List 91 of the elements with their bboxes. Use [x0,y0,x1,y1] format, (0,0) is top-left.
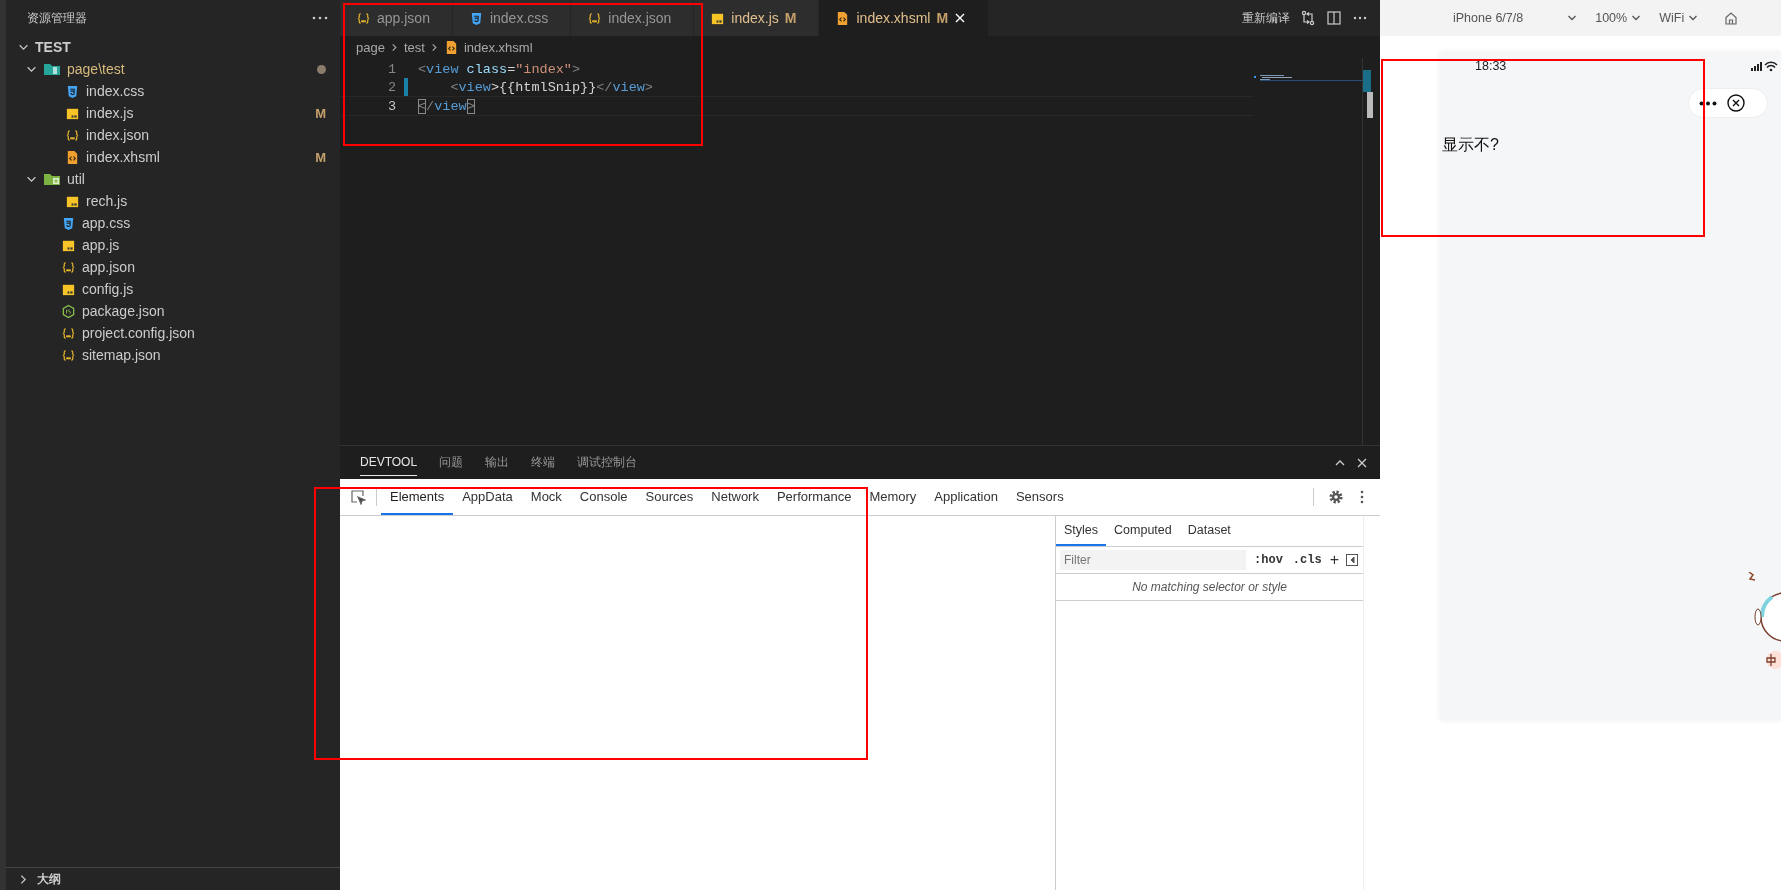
devtools-tab[interactable]: Sources [636,479,703,515]
scroll-marker [1363,70,1371,92]
editor-tab[interactable]: index.json [571,0,695,36]
file-name[interactable]: project.config.json [82,325,326,341]
line-number: 3 [386,98,397,114]
file-name[interactable]: index.xhsml [86,149,310,165]
code-line: <view class="index"> [418,61,581,77]
file-name[interactable]: config.js [82,281,326,297]
chevron-icon [1688,13,1699,23]
network-dropdown[interactable]: WiFi [1659,11,1709,25]
add-rule-button[interactable]: + [1329,551,1339,569]
filter-field[interactable]: Filter [1060,550,1247,570]
devtools-tab[interactable]: AppData [453,479,522,515]
inspect-icon[interactable] [350,489,366,505]
hov-toggle[interactable]: :hov [1252,553,1285,567]
hexagon-icon [61,303,76,319]
editor-tab[interactable]: index.js M [694,0,820,36]
compare-icon[interactable] [1300,10,1316,26]
braces-icon [61,325,76,341]
scrollbar-thumb[interactable] [1367,92,1373,118]
file-name[interactable]: rech.js [86,193,326,209]
code-file-icon [65,149,80,165]
devtools-tab[interactable]: Performance [767,479,861,515]
panel-tab[interactable]: 终端 [531,447,556,478]
breadcrumb-item[interactable]: test [403,39,425,55]
devtools-tab[interactable]: Console [570,479,637,515]
zoom-dropdown[interactable]: 100% [1595,11,1652,25]
home-icon[interactable] [1724,11,1739,25]
devtools-tab[interactable]: Elements [381,479,454,515]
page-text: 显示不? [1441,135,1500,155]
close-icon[interactable] [1727,94,1745,112]
styles-tab[interactable]: Styles [1056,516,1107,546]
line-number: 1 [386,61,397,77]
braces-icon [356,10,371,26]
file-name[interactable]: sitemap.json [82,347,326,363]
braces-icon [61,259,76,275]
styles-tab[interactable]: Dataset [1179,516,1239,546]
css-file-icon [65,83,80,99]
editor-tab[interactable]: index.css [452,0,572,36]
file-name[interactable]: package.json [82,303,326,319]
breadcrumb-item[interactable]: page [356,39,385,55]
file-name[interactable]: index.json [86,127,326,143]
file-name[interactable]: index.js [86,105,310,121]
outline-header[interactable]: 大纲 [37,870,61,888]
devtools-tab[interactable]: Sensors [1006,479,1073,515]
signal-wifi-icon [1751,60,1781,72]
settings-icon[interactable] [1328,489,1344,505]
status-time: 18:33 [1475,59,1507,73]
modified-label: M [315,105,326,121]
more-icon[interactable] [312,16,328,20]
devtools-tab[interactable]: Mock [521,479,571,515]
explorer-title: 资源管理器 [27,10,87,26]
close-icon[interactable] [954,12,967,24]
more-icon[interactable] [1699,100,1717,106]
code-line: <view>{{htmlSnip}}</view> [449,79,653,95]
capsule-menu[interactable] [1688,88,1768,118]
recompile-button[interactable]: 重新编译 [1242,9,1290,27]
folder-name[interactable]: util [67,171,326,187]
braces-icon [61,347,76,363]
folder-name[interactable]: page\test [67,61,311,77]
breadcrumb-item[interactable]: index.xhsml [463,39,533,55]
file-name[interactable]: index.css [86,83,326,99]
line-number: 2 [386,79,397,95]
editor-tab[interactable]: index.xhsml M [819,0,990,36]
file-name[interactable]: app.js [82,237,326,253]
chevron-icon [1567,13,1578,23]
file-name[interactable]: app.json [82,259,326,275]
devtools-tab[interactable]: Memory [860,479,926,515]
braces-icon [587,10,603,26]
editor-tab[interactable]: app.json [340,0,453,36]
file-name[interactable]: app.css [82,215,326,231]
chevron-icon [1631,13,1642,23]
device-dropdown[interactable]: iPhone 6/7/8 [1453,11,1588,25]
panel-tab[interactable]: 问题 [439,447,464,478]
styles-tab[interactable]: Computed [1106,516,1180,546]
panel-tab[interactable]: 输出 [485,447,510,478]
empty-message: No matching selector or style [1056,574,1363,601]
braces-icon [65,127,80,143]
devtools-tab[interactable]: Network [702,479,768,515]
devtools-tab[interactable]: Application [925,479,1007,515]
panel-tab[interactable]: 调试控制台 [577,447,638,478]
css-file-icon [61,215,76,231]
chevron-icon[interactable] [18,873,29,885]
project-name[interactable]: TEST [35,39,326,55]
folder-icon [43,62,61,76]
modified-label: M [315,149,326,165]
sidebar-toggle-icon[interactable] [1345,553,1359,567]
split-editor-icon[interactable] [1326,10,1342,26]
panel-tab[interactable]: DEVTOOL [360,449,418,476]
cls-toggle[interactable]: .cls [1290,553,1324,567]
folder-icon [43,172,61,186]
